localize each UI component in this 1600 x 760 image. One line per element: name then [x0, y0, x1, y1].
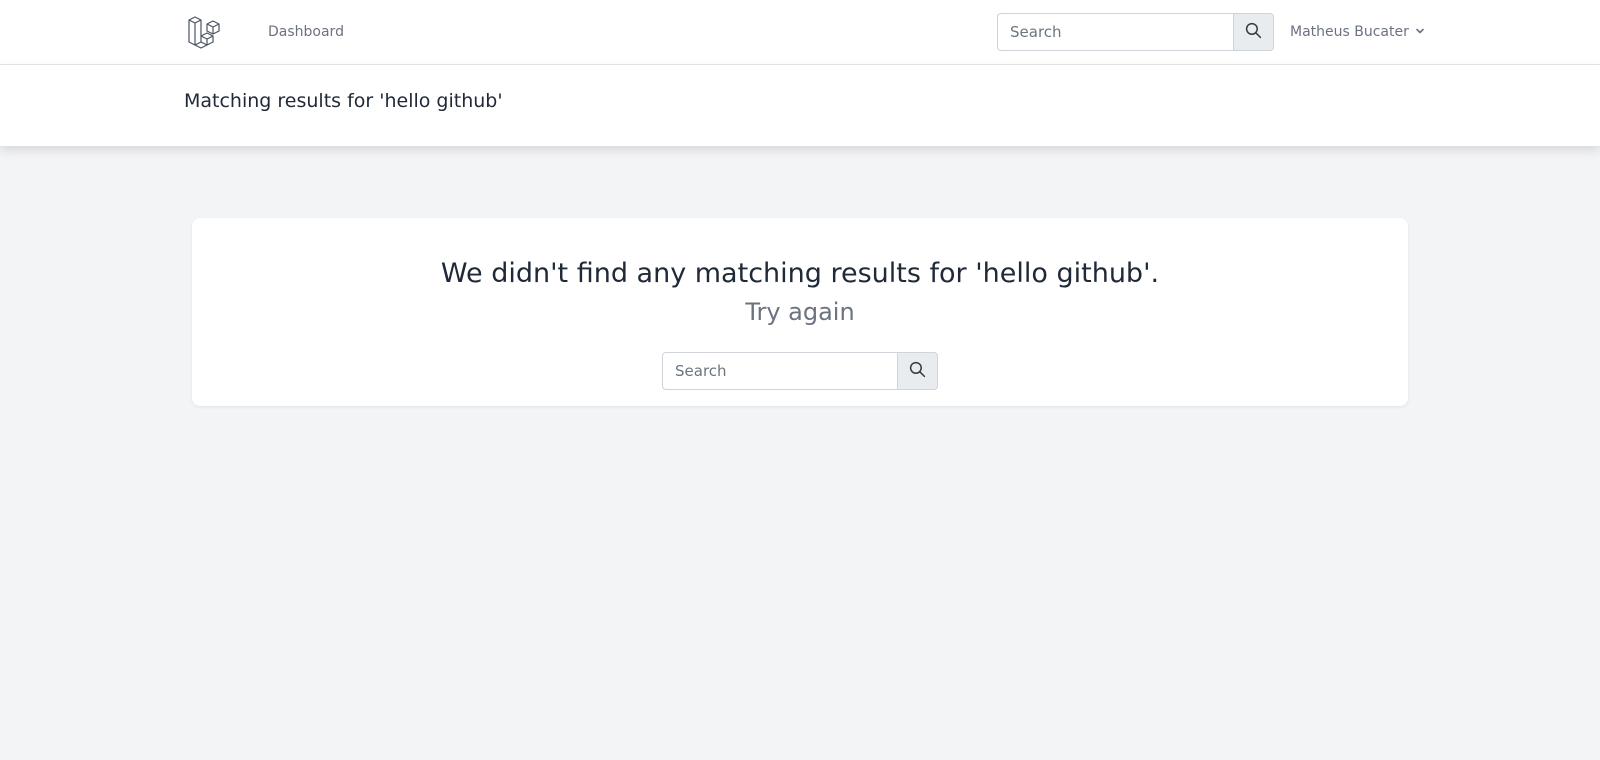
chevron-down-icon: [1415, 24, 1425, 40]
results-search-button[interactable]: [897, 352, 938, 390]
no-results-message: We didn't find any matching results for …: [440, 258, 1160, 289]
navbar-search-button[interactable]: [1233, 13, 1274, 51]
page-header: Matching results for 'hello github': [0, 65, 1600, 146]
nav-link-dashboard[interactable]: Dashboard: [268, 24, 344, 40]
navbar-search-input[interactable]: [997, 13, 1233, 51]
user-name: Matheus Bucater: [1290, 24, 1409, 40]
results-search-input[interactable]: [662, 352, 897, 390]
search-icon: [909, 361, 926, 382]
try-again-text: Try again: [745, 298, 855, 326]
laravel-logo-icon[interactable]: [187, 14, 223, 50]
top-navbar: Dashboard Matheus Bucater: [0, 0, 1600, 65]
page-title: Matching results for 'hello github': [184, 90, 503, 112]
no-results-card: We didn't find any matching results for …: [192, 218, 1408, 406]
search-icon: [1245, 22, 1262, 43]
user-menu-dropdown[interactable]: Matheus Bucater: [1290, 24, 1425, 40]
results-search-group: [662, 352, 938, 390]
navbar-search-group: [997, 13, 1274, 51]
